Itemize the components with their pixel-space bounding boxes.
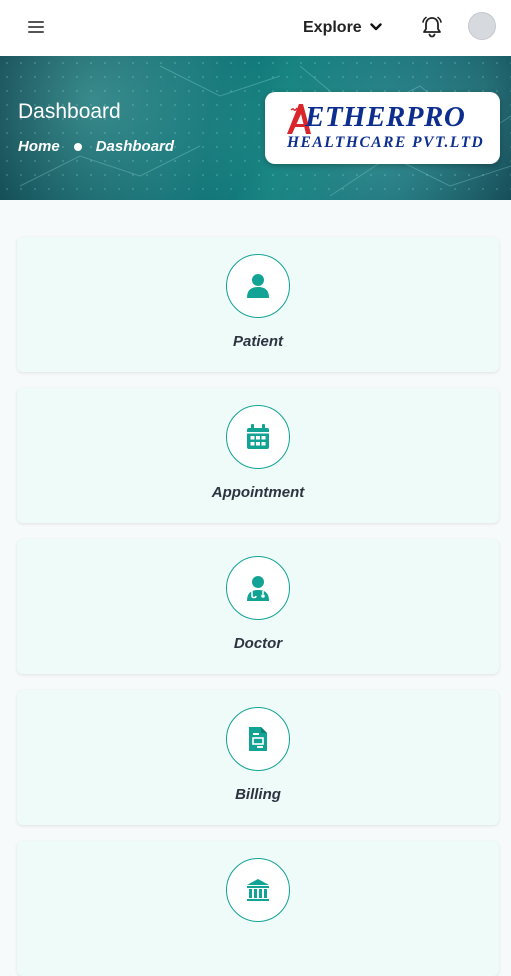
- billing-icon: [249, 727, 267, 751]
- module-card-appointment[interactable]: Appointment: [17, 388, 499, 523]
- user-icon: [247, 274, 269, 298]
- notification-bell-icon[interactable]: [420, 14, 444, 40]
- breadcrumb-current: Dashboard: [95, 138, 175, 155]
- explore-label: Explore: [303, 19, 362, 36]
- chevron-down-icon: [369, 19, 382, 37]
- module-card-billing[interactable]: Billing: [17, 690, 499, 825]
- module-label: Billing: [235, 786, 281, 803]
- top-navbar: Explore: [0, 0, 511, 56]
- breadcrumb-separator: [73, 142, 82, 151]
- module-label: Patient: [232, 333, 283, 350]
- page-header-banner: Dashboard Home Dashboard ETHERPRO HEALTH…: [0, 56, 511, 200]
- module-icon-circle: [226, 254, 290, 318]
- module-icon-circle: [226, 556, 290, 620]
- hamburger-menu-icon[interactable]: [26, 17, 46, 37]
- breadcrumb: Home Dashboard: [18, 138, 174, 155]
- module-card-partial[interactable]: [17, 841, 499, 976]
- logo-text-primary: ETHERPRO: [305, 101, 466, 133]
- explore-dropdown[interactable]: Explore: [303, 16, 382, 40]
- company-logo: ETHERPRO HEALTHCARE PVT.LTD: [265, 92, 500, 164]
- module-icon-circle: [226, 405, 290, 469]
- module-card-doctor[interactable]: Doctor: [17, 539, 499, 674]
- module-icon-circle: [226, 858, 290, 922]
- module-card-patient[interactable]: Patient: [17, 237, 499, 372]
- user-avatar[interactable]: [468, 12, 496, 40]
- module-label: Appointment: [211, 484, 305, 501]
- breadcrumb-home[interactable]: Home: [18, 138, 60, 155]
- calendar-icon: [247, 424, 269, 449]
- logo-text-secondary: HEALTHCARE PVT.LTD: [287, 134, 485, 151]
- doctor-icon: [247, 576, 269, 601]
- bank-icon: [247, 879, 269, 901]
- module-label: Doctor: [233, 635, 283, 652]
- dashboard-modules: Patient Appointment Doctor Billing: [0, 200, 511, 976]
- page-title: Dashboard: [18, 100, 121, 123]
- module-icon-circle: [226, 707, 290, 771]
